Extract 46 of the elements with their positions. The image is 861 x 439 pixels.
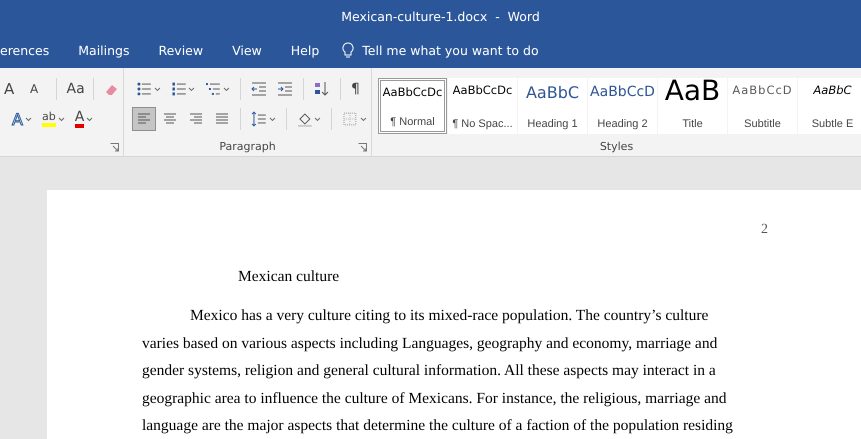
page-number: 2 (761, 222, 768, 238)
caret-icon (360, 116, 367, 122)
dialog-launcher-icon[interactable] (110, 143, 119, 152)
ribbon-tab[interactable]: Review (146, 38, 216, 62)
style-gallery-item[interactable]: AaBbCcDc ¶ Normal (378, 78, 447, 134)
shrink-font-button[interactable]: A (26, 77, 50, 101)
lightbulb-icon (342, 42, 354, 58)
increase-indent-icon (277, 81, 293, 97)
caret-icon (268, 116, 276, 122)
style-gallery-item[interactable]: AaBbCcD Subtitle (728, 78, 797, 134)
ribbon-tab[interactable]: Mailings (66, 38, 142, 62)
change-case-button[interactable]: Aa (62, 77, 86, 101)
caret-icon (58, 116, 65, 122)
decrease-indent-icon (251, 81, 267, 97)
sort-icon (314, 81, 330, 97)
group-label: Styles (600, 140, 634, 153)
caret-icon (154, 86, 161, 92)
body-paragraph: Mexico has a very culture citing to its mixed-race population. The country’s culture varies based on various aspects including Languages, geography and economy, marriage and gender systems, religion and general cultural information. All these aspects may interact in a geographic area to influence the culture of Mexicans. For instance, the religious, marriage and language are the major aspects that determine the culture of a faction of the population residing (142, 306, 734, 436)
line-spacing-icon (250, 111, 267, 127)
multilevel-list-icon (205, 81, 222, 97)
dialog-launcher-icon[interactable] (358, 143, 367, 152)
style-gallery-item[interactable]: AaBbC Subtle E (798, 78, 861, 134)
caret-icon (86, 116, 94, 122)
font-color-button[interactable]: A (70, 107, 98, 131)
show-marks-button[interactable]: ¶ (346, 77, 371, 101)
style-gallery-item[interactable]: AaBbC Heading 1 (518, 78, 587, 134)
caret-icon (223, 86, 230, 92)
caret-icon (314, 116, 322, 122)
caret-icon (188, 86, 196, 92)
caret-icon (24, 116, 32, 122)
bullet-list-icon (136, 81, 152, 97)
borders-icon (342, 111, 358, 127)
style-gallery-item[interactable]: AaBbCcDc ¶ No Spac... (448, 78, 517, 134)
tell-me-field[interactable]: Tell me what you want to do (362, 42, 562, 58)
document-title: Mexican culture (238, 268, 340, 286)
ribbon-tab[interactable]: View (220, 38, 274, 62)
grow-font-button[interactable]: A (0, 77, 24, 101)
ribbon-tab[interactable]: erences (0, 38, 62, 62)
group-label: Paragraph (219, 140, 276, 153)
numbered-list-icon (170, 81, 186, 97)
ribbon-tab[interactable]: Help (278, 38, 332, 62)
style-gallery-item[interactable]: AaBbCcD Heading 2 (588, 78, 657, 134)
window-title: Mexican-culture-1.docx - Word (341, 8, 540, 24)
style-gallery-item[interactable]: AaB Title (658, 78, 727, 134)
highlight-button[interactable]: ab (38, 107, 69, 131)
align-left-button[interactable] (132, 107, 156, 131)
